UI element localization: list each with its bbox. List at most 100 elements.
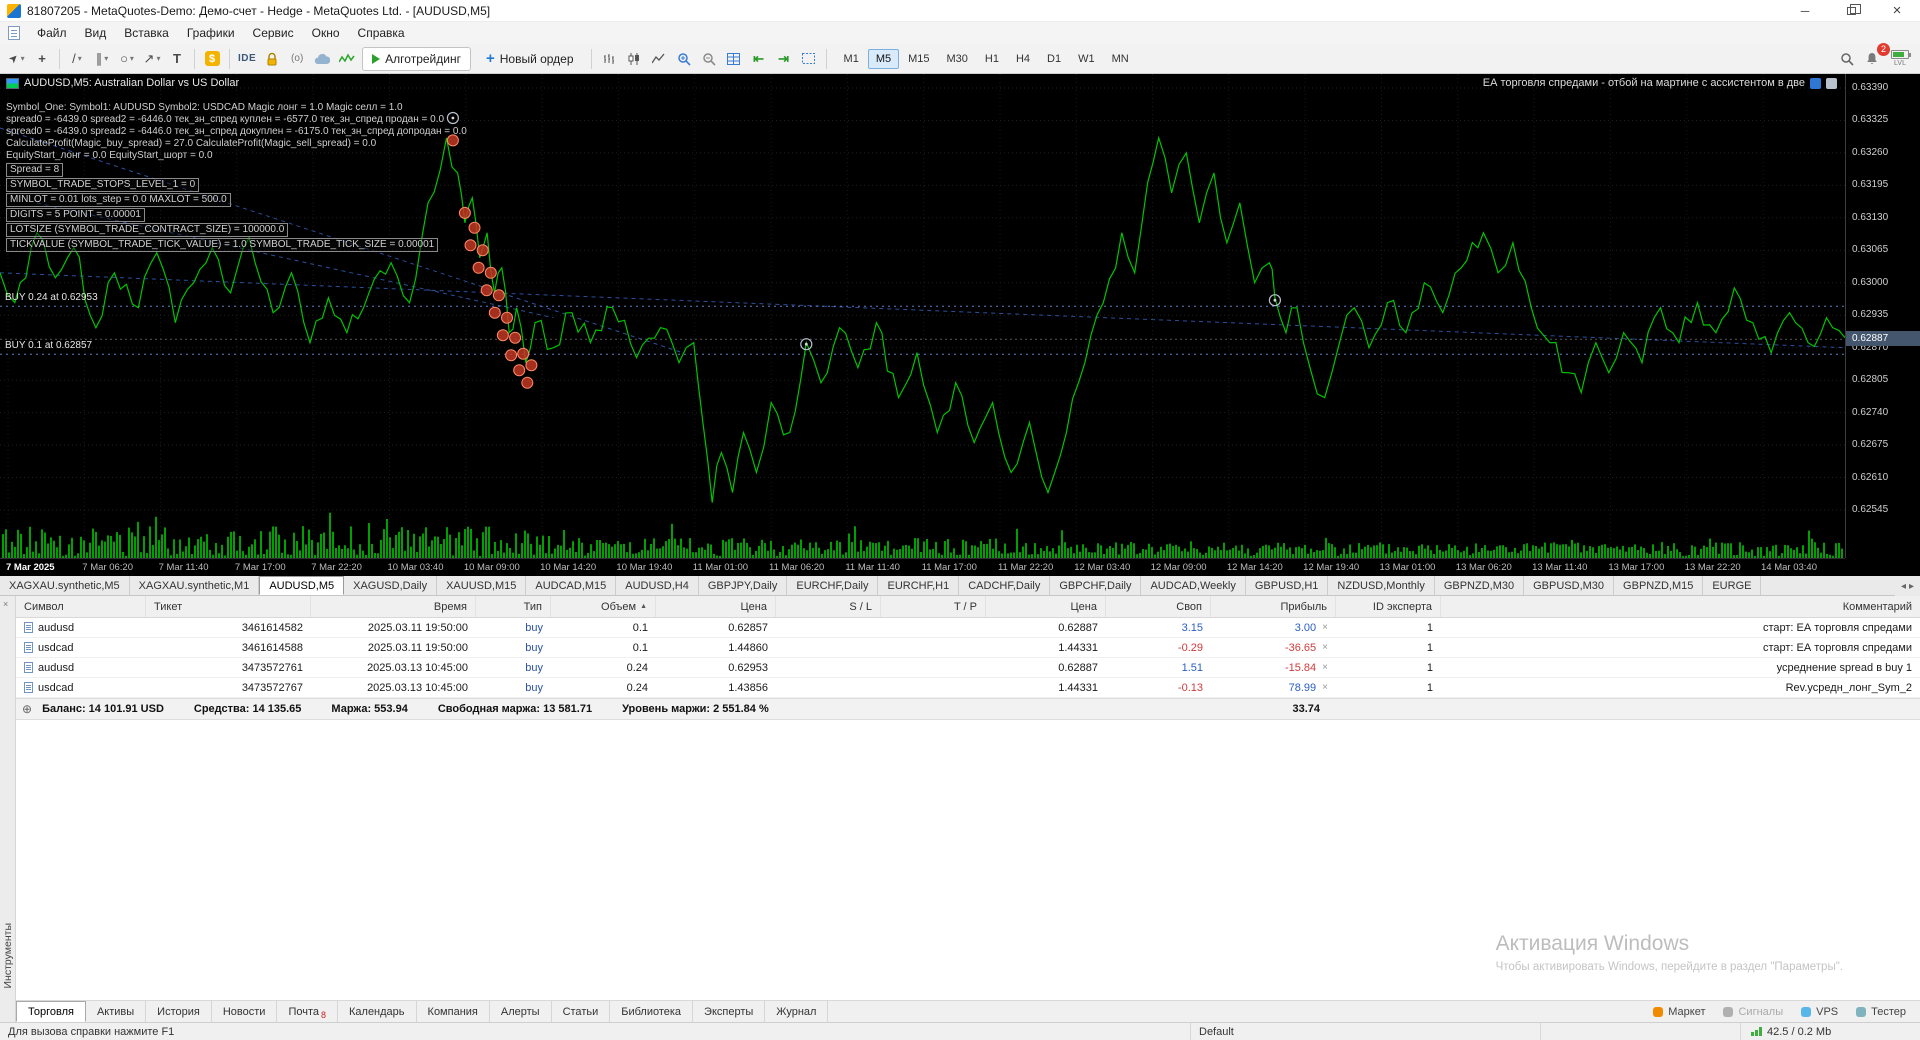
column-header-sl[interactable]: S / L bbox=[776, 596, 881, 617]
timeframe-button[interactable]: H1 bbox=[977, 49, 1007, 69]
chart-tab[interactable]: AUDUSD,M5 bbox=[259, 576, 345, 595]
trade-marker-buy[interactable] bbox=[468, 221, 481, 234]
toolbox-tab[interactable]: Алерты bbox=[490, 1001, 552, 1022]
chart-tab[interactable]: AUDUSD,H4 bbox=[616, 576, 699, 595]
position-row[interactable]: usdcad 3473572767 2025.03.13 10:45:00 bu… bbox=[16, 678, 1920, 698]
menu-item[interactable]: Справка bbox=[349, 23, 414, 43]
column-header-comment[interactable]: Комментарий bbox=[1441, 596, 1920, 617]
trade-marker-buy[interactable] bbox=[509, 331, 522, 344]
quotes-button[interactable] bbox=[335, 47, 359, 71]
trade-marker-buy[interactable] bbox=[517, 347, 530, 360]
chart-tab[interactable]: AUDCAD,M15 bbox=[526, 576, 617, 595]
timeframe-button[interactable]: M1 bbox=[836, 49, 867, 69]
chart-tab[interactable]: NZDUSD,Monthly bbox=[1328, 576, 1435, 595]
new-order-button[interactable]: + Новый ордер bbox=[476, 47, 584, 71]
menu-item[interactable]: Окно bbox=[303, 23, 349, 43]
trade-marker-buy[interactable] bbox=[521, 376, 534, 389]
close-position-icon[interactable]: × bbox=[1322, 622, 1328, 633]
service-button[interactable]: Тестер bbox=[1848, 1004, 1914, 1020]
close-position-icon[interactable]: × bbox=[1322, 662, 1328, 673]
column-header-ticket[interactable]: Тикет bbox=[146, 596, 311, 617]
grid-button[interactable] bbox=[722, 47, 746, 71]
column-header-symbol[interactable]: Символ bbox=[16, 596, 146, 617]
position-row[interactable]: usdcad 3461614588 2025.03.11 19:50:00 bu… bbox=[16, 638, 1920, 658]
trade-marker-buy[interactable] bbox=[484, 266, 497, 279]
close-panel-icon[interactable]: × bbox=[3, 599, 8, 609]
service-button[interactable]: Сигналы bbox=[1715, 1004, 1791, 1020]
position-row[interactable]: audusd 3461614582 2025.03.11 19:50:00 bu… bbox=[16, 618, 1920, 638]
zoom-out-button[interactable] bbox=[697, 47, 721, 71]
candles-chart-button[interactable] bbox=[622, 47, 646, 71]
trade-marker-buy[interactable] bbox=[513, 364, 526, 377]
column-header-time[interactable]: Время bbox=[311, 596, 476, 617]
toolbox-tab[interactable]: Эксперты bbox=[693, 1001, 766, 1022]
menu-item[interactable]: Сервис bbox=[244, 23, 303, 43]
status-profile[interactable]: Default bbox=[1190, 1023, 1540, 1040]
close-position-icon[interactable]: × bbox=[1322, 642, 1328, 653]
trade-marker-buy[interactable] bbox=[525, 359, 538, 372]
toolbox-tab[interactable]: Календарь bbox=[338, 1001, 417, 1022]
menu-item[interactable]: Графики bbox=[178, 23, 244, 43]
service-button[interactable]: Маркет bbox=[1645, 1004, 1713, 1020]
timeframe-button[interactable]: M15 bbox=[900, 49, 937, 69]
channel-tool-button[interactable]: ∥ ▾ bbox=[90, 47, 114, 71]
toolbox-tab[interactable]: Активы bbox=[86, 1001, 147, 1022]
chart-tab[interactable]: XAGXAU.synthetic,M1 bbox=[130, 576, 260, 595]
toolbox-tab[interactable]: Новости bbox=[212, 1001, 278, 1022]
timeframe-button[interactable]: M30 bbox=[939, 49, 976, 69]
algo-trading-button[interactable]: Алготрейдинг bbox=[362, 46, 471, 71]
chart-tab[interactable]: GBPCHF,Daily bbox=[1050, 576, 1142, 595]
chart-tab[interactable]: GBPJPY,Daily bbox=[699, 576, 788, 595]
chart-tab[interactable]: XAGUSD,Daily bbox=[344, 576, 438, 595]
chart-tab[interactable]: GBPUSD,M30 bbox=[1524, 576, 1615, 595]
trade-marker-buy[interactable] bbox=[501, 311, 513, 324]
column-header-expert-id[interactable]: ID экспер­та bbox=[1336, 596, 1441, 617]
webrequest-button[interactable]: (o) bbox=[285, 47, 309, 71]
bars-chart-button[interactable] bbox=[597, 47, 621, 71]
chart-tab[interactable]: GBPNZD,M15 bbox=[1614, 576, 1704, 595]
trade-marker-buy[interactable] bbox=[492, 289, 505, 302]
column-header-type[interactable]: Тип bbox=[476, 596, 551, 617]
cloud-button[interactable] bbox=[310, 47, 334, 71]
trade-marker-buy[interactable] bbox=[476, 244, 489, 257]
chart-tab[interactable]: GBPNZD,M30 bbox=[1435, 576, 1525, 595]
chart-tab[interactable]: EURCHF,Daily bbox=[787, 576, 879, 595]
timeframe-button[interactable]: MN bbox=[1104, 49, 1137, 69]
column-header-tp[interactable]: T / P bbox=[881, 596, 986, 617]
column-header-profit[interactable]: Прибыль bbox=[1211, 596, 1336, 617]
chart-tab[interactable]: AUDCAD,Weekly bbox=[1141, 576, 1246, 595]
position-row[interactable]: audusd 3473572761 2025.03.13 10:45:00 bu… bbox=[16, 658, 1920, 678]
chart-tab[interactable]: XAUUSD,M15 bbox=[437, 576, 527, 595]
timeframe-button[interactable]: W1 bbox=[1070, 49, 1103, 69]
timeframe-button[interactable]: H4 bbox=[1008, 49, 1038, 69]
price-axis[interactable]: 0.62887 0.63390 0.63325 0.63260 0.63195 0.63… bbox=[1845, 74, 1920, 558]
time-axis[interactable]: 7 Mar 2025 7 Mar 06:20 7 Mar 11:40 7 Mar 17… bbox=[0, 558, 1845, 576]
shapes-tool-button[interactable]: ○ ▾ bbox=[115, 47, 139, 71]
toolbox-tab[interactable]: Торговля bbox=[16, 1001, 86, 1022]
trade-marker-buy[interactable] bbox=[480, 284, 493, 297]
chart-tab[interactable]: EURCHF,H1 bbox=[878, 576, 960, 595]
chart-tab[interactable]: XAGXAU.synthetic,M5 bbox=[0, 576, 130, 595]
chevron-right-icon[interactable]: ▸ bbox=[1909, 581, 1914, 592]
line-chart-button[interactable] bbox=[647, 47, 671, 71]
chart-canvas[interactable]: AUDUSD,M5: Australian Dollar vs US Dolla… bbox=[0, 74, 1845, 558]
dock-right-button[interactable]: ⇥ bbox=[772, 47, 796, 71]
restore-button[interactable] bbox=[1828, 0, 1874, 21]
search-button[interactable] bbox=[1835, 47, 1859, 71]
menu-item[interactable]: Вставка bbox=[115, 23, 178, 43]
notifications-button[interactable]: 2 bbox=[1860, 42, 1890, 71]
column-header-volume[interactable]: Объем ▲ bbox=[551, 596, 656, 617]
trade-marker-buy[interactable] bbox=[496, 329, 509, 342]
chart-tab[interactable]: GBPUSD,H1 bbox=[1246, 576, 1329, 595]
arrows-tool-button[interactable]: ↗ ▾ bbox=[140, 47, 164, 71]
column-header-price-open[interactable]: Цена bbox=[656, 596, 776, 617]
lock-button[interactable] bbox=[260, 47, 284, 71]
close-button[interactable]: × bbox=[1874, 0, 1920, 21]
toolbox-tab[interactable]: Компания bbox=[417, 1001, 490, 1022]
column-header-swap[interactable]: Своп bbox=[1106, 596, 1211, 617]
column-header-price-current[interactable]: Цена bbox=[986, 596, 1106, 617]
close-position-icon[interactable]: × bbox=[1322, 682, 1328, 693]
chart-tab[interactable]: CADCHF,Daily bbox=[959, 576, 1051, 595]
cursor-tool-button[interactable]: ➤ ▾ bbox=[5, 47, 29, 71]
trade-marker-buy[interactable] bbox=[488, 306, 501, 319]
